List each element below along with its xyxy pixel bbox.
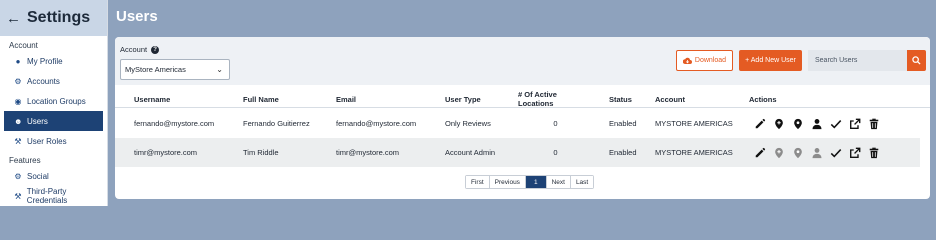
row-actions: [753, 109, 880, 138]
account-label-row: Account ?: [120, 45, 160, 54]
sidebar-item-third-party-credentials[interactable]: ⚒ Third-Party Credentials: [0, 186, 107, 206]
checkmark-icon[interactable]: [829, 146, 842, 159]
external-link-icon[interactable]: [848, 117, 861, 130]
account-select-value: MyStore Americas: [125, 65, 186, 74]
pagination: First Previous 1 Next Last: [465, 175, 595, 189]
edit-pencil-icon[interactable]: [753, 117, 766, 130]
pagination-current-page[interactable]: 1: [525, 176, 547, 188]
sidebar-item-social[interactable]: ⚙ Social: [0, 166, 107, 186]
sidebar-item-label: Third-Party Credentials: [26, 187, 68, 205]
search-users-input[interactable]: [808, 50, 907, 71]
pagination-previous[interactable]: Previous: [489, 176, 526, 188]
header-email[interactable]: Email: [336, 90, 356, 108]
cell-user-type: Only Reviews: [445, 119, 491, 128]
add-new-user-button[interactable]: + Add New User: [739, 50, 802, 71]
cell-account: MYSTORE AMERICAS: [655, 148, 733, 157]
cell-status: Enabled: [609, 119, 637, 128]
card-toolbar: Account ? MyStore Americas ⌄ Download + …: [115, 37, 930, 85]
cell-email: fernando@mystore.com: [336, 119, 417, 128]
map-pin-icon: ◉: [14, 96, 22, 106]
map-pin-icon[interactable]: [791, 117, 804, 130]
search-icon: [912, 56, 921, 65]
user-icon[interactable]: [810, 146, 823, 159]
header-full-name[interactable]: Full Name: [243, 90, 279, 108]
row-actions: [753, 138, 880, 167]
checkmark-icon[interactable]: [829, 117, 842, 130]
sidebar-item-my-profile[interactable]: ● My Profile: [0, 51, 107, 71]
cloud-download-icon: [682, 57, 692, 64]
sidebar-item-user-roles[interactable]: ⚒ User Roles: [0, 131, 107, 151]
download-button[interactable]: Download: [676, 50, 733, 71]
sidebar-item-label: Users: [27, 116, 48, 126]
help-icon[interactable]: ?: [151, 45, 160, 54]
section-account: Account: [9, 41, 38, 50]
gear-icon: ⚙: [14, 171, 22, 181]
section-features: Features: [9, 156, 41, 165]
cell-active-locations: 0: [553, 148, 558, 157]
sidebar-item-label: My Profile: [27, 56, 63, 66]
wrench-icon: ⚒: [14, 136, 22, 146]
header-actions: Actions: [749, 94, 777, 104]
header-active-locations[interactable]: # Of Active Locations: [518, 90, 593, 108]
header-status[interactable]: Status: [609, 90, 632, 108]
search-button[interactable]: [907, 50, 926, 71]
users-card: Account ? MyStore Americas ⌄ Download + …: [115, 37, 930, 199]
sidebar-item-label: Accounts: [27, 76, 60, 86]
pagination-next[interactable]: Next: [546, 176, 571, 188]
account-select[interactable]: MyStore Americas ⌄: [120, 59, 230, 80]
wrench-icon: ⚒: [14, 191, 22, 201]
cell-status: Enabled: [609, 148, 637, 157]
add-location-icon[interactable]: [772, 117, 785, 130]
pagination-first[interactable]: First: [466, 176, 490, 188]
sidebar-item-label: User Roles: [27, 136, 67, 146]
map-pin-icon[interactable]: [791, 146, 804, 159]
chevron-down-icon: ⌄: [216, 65, 223, 74]
table-header: Username Full Name Email User Type # Of …: [115, 90, 930, 108]
edit-pencil-icon[interactable]: [753, 146, 766, 159]
sidebar-item-accounts[interactable]: ⚙ Accounts: [0, 71, 107, 91]
cell-account: MYSTORE AMERICAS: [655, 119, 733, 128]
cell-active-locations: 0: [553, 119, 558, 128]
header-user-type[interactable]: User Type: [445, 90, 481, 108]
pagination-last[interactable]: Last: [570, 176, 594, 188]
table-row: timr@mystore.com Tim Riddle timr@mystore…: [115, 138, 920, 167]
users-icon: ☻: [14, 116, 23, 126]
trash-icon[interactable]: [867, 146, 880, 159]
user-icon[interactable]: [810, 117, 823, 130]
gear-icon: ⚙: [14, 76, 22, 86]
cell-email: timr@mystore.com: [336, 148, 400, 157]
external-link-icon[interactable]: [848, 146, 861, 159]
sidebar-item-users[interactable]: ☻ Users: [4, 111, 103, 131]
trash-icon[interactable]: [867, 117, 880, 130]
table-row: fernando@mystore.com Fernando Guitierrez…: [115, 109, 920, 138]
add-location-icon[interactable]: [772, 146, 785, 159]
back-arrow-icon[interactable]: ←: [6, 10, 21, 27]
user-icon: ●: [15, 56, 21, 66]
page-title: Users: [116, 8, 158, 25]
sidebar-item-label: Social: [27, 171, 49, 181]
cell-user-type: Account Admin: [445, 148, 496, 157]
sidebar-item-label: Location Groups: [27, 96, 86, 106]
header-username[interactable]: Username: [134, 90, 170, 108]
account-label: Account: [120, 45, 148, 54]
settings-sidebar: ← Settings Account ● My Profile ⚙ Accoun…: [0, 0, 108, 206]
download-label: Download: [694, 57, 727, 64]
sidebar-header: ← Settings: [0, 0, 107, 36]
cell-full-name: Fernando Guitierrez: [243, 119, 310, 128]
cell-full-name: Tim Riddle: [243, 148, 279, 157]
add-user-label: + Add New User: [745, 57, 796, 64]
header-account[interactable]: Account: [655, 90, 685, 108]
cell-username: timr@mystore.com: [134, 148, 198, 157]
cell-username: fernando@mystore.com: [134, 119, 215, 128]
sidebar-item-location-groups[interactable]: ◉ Location Groups: [0, 91, 107, 111]
sidebar-title: Settings: [27, 9, 91, 26]
